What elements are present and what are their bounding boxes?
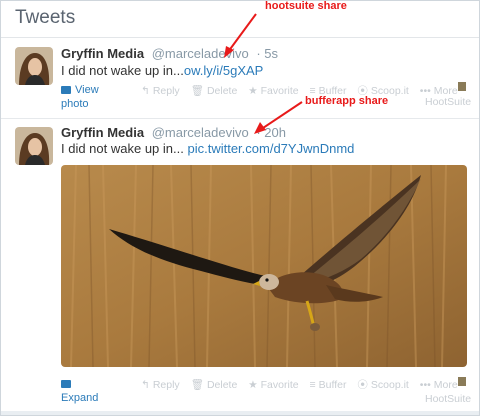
- hootsuite-label[interactable]: HootSuite: [425, 96, 471, 108]
- photo-icon: [61, 380, 71, 389]
- more-button[interactable]: ••• More: [420, 379, 458, 391]
- avatar[interactable]: [15, 127, 53, 165]
- buffer-button[interactable]: ≡ Buffer: [310, 379, 347, 391]
- avatar[interactable]: [15, 47, 53, 85]
- bird-of-prey-photo: [61, 165, 467, 367]
- hootsuite-annotation: hootsuite share: [265, 0, 347, 12]
- tweet-link[interactable]: ow.ly/i/5gXAP: [184, 63, 264, 78]
- author-name[interactable]: Gryffin Media: [61, 125, 144, 140]
- more-icon: •••: [419, 379, 431, 391]
- favorite-button[interactable]: ★ Favorite: [248, 85, 298, 97]
- favorite-button[interactable]: ★ Favorite: [248, 379, 298, 391]
- tweets-panel: Tweets Gryffin Media @marceladevivo · 5s…: [0, 0, 480, 416]
- author-name[interactable]: Gryffin Media: [61, 46, 144, 61]
- hootsuite-label[interactable]: HootSuite: [425, 393, 471, 405]
- expand-button[interactable]: Expand: [61, 377, 98, 405]
- tweet-text: I did not wake up in...ow.ly/i/5gXAP: [61, 63, 263, 78]
- scrollbar[interactable]: [1, 411, 479, 415]
- view-photo-button[interactable]: View photo: [61, 83, 99, 111]
- tweet-photo[interactable]: [61, 165, 467, 367]
- reply-icon: ↰: [141, 379, 150, 391]
- author-handle[interactable]: @marceladevivo: [152, 125, 249, 140]
- delete-icon: 🗑: [190, 379, 204, 391]
- delete-button[interactable]: 🗑 Delete: [191, 379, 238, 391]
- hootsuite-owl-icon[interactable]: [458, 377, 466, 386]
- reply-button[interactable]: ↰ Reply: [141, 85, 180, 97]
- arrow-icon: [224, 13, 257, 58]
- arrow-icon: [254, 101, 303, 134]
- photo-icon: [61, 86, 71, 95]
- buffer-icon: ≡: [309, 379, 316, 391]
- scoopit-icon: ⦿: [357, 379, 368, 391]
- tweet-actions: ↰ Reply 🗑 Delete ★ Favorite ≡ Buffer ⦿ Scoop.…: [141, 377, 466, 392]
- tweet-body: I did not wake up in...: [61, 141, 184, 156]
- tweet-link[interactable]: pic.twitter.com/d7YJwnDnmd: [187, 141, 354, 156]
- tweet-actions: ↰ Reply 🗑 Delete ★ Favorite ≡ Buffer ⦿ Scoop.…: [141, 83, 466, 98]
- bufferapp-annotation: bufferapp share: [305, 95, 389, 107]
- favorite-icon: ★: [248, 85, 258, 97]
- delete-button[interactable]: 🗑 Delete: [191, 85, 238, 97]
- favorite-icon: ★: [248, 379, 258, 391]
- hootsuite-owl-icon[interactable]: [458, 82, 466, 91]
- scoopit-button[interactable]: ⦿ Scoop.it: [357, 379, 408, 391]
- reply-icon: ↰: [141, 85, 150, 97]
- tweet-text: I did not wake up in... pic.twitter.com/…: [61, 141, 354, 156]
- panel-title: Tweets: [15, 7, 76, 28]
- delete-icon: 🗑: [190, 85, 204, 97]
- reply-button[interactable]: ↰ Reply: [141, 379, 180, 391]
- tweet-body: I did not wake up in...: [61, 63, 184, 78]
